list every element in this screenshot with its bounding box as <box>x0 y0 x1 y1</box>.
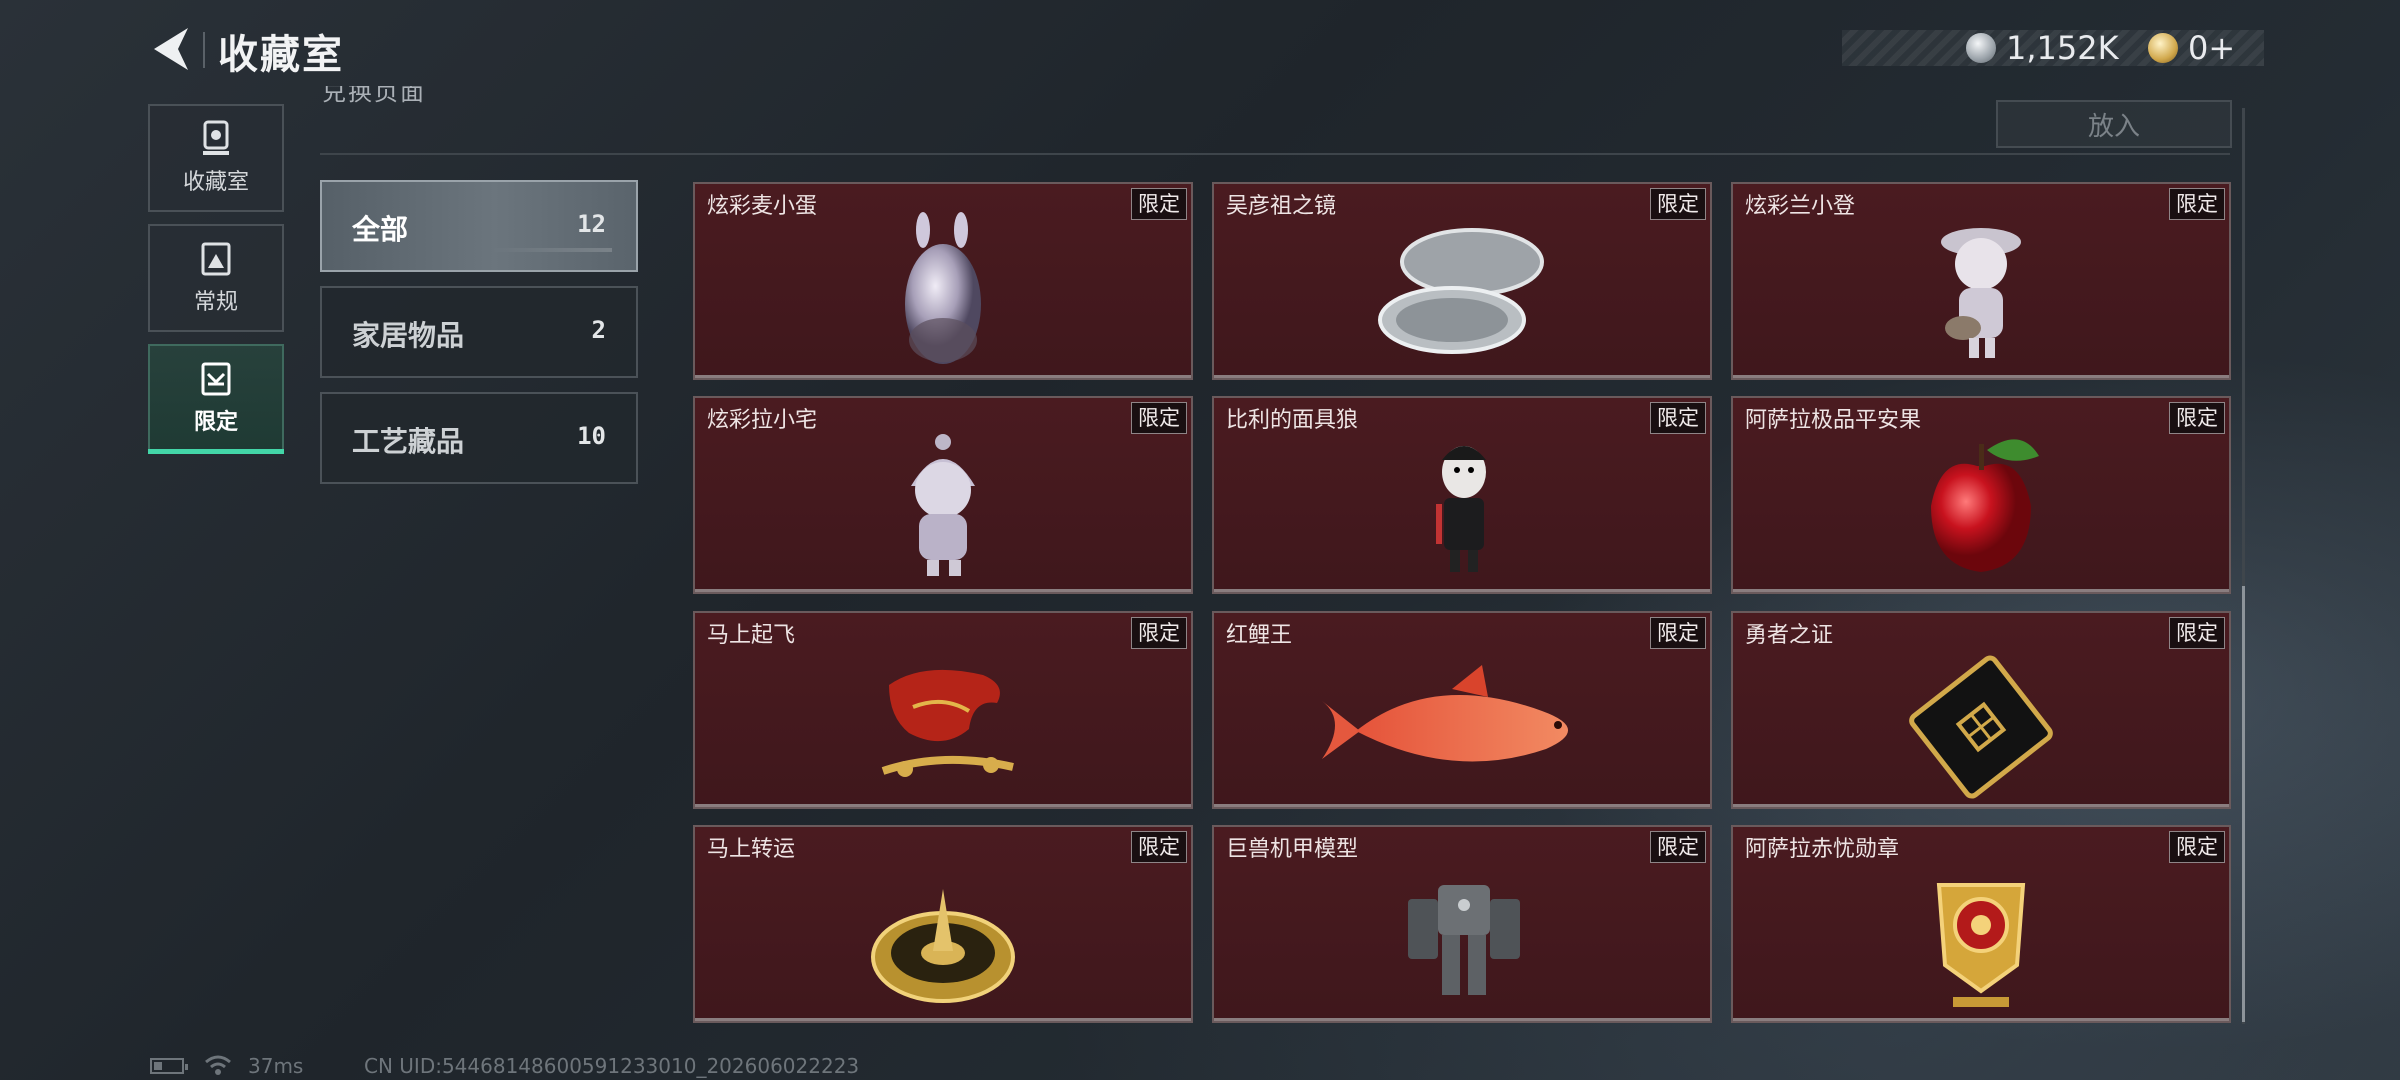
compact-mirror-icon <box>1378 228 1544 354</box>
gold-turntable-icon <box>871 889 1015 1003</box>
panel-subtitle: 兑换页面 <box>322 86 426 106</box>
rail-item-limited[interactable]: 限定 <box>148 344 284 454</box>
red-carp-icon <box>1322 665 1569 762</box>
limited-badge: 限定 <box>2169 402 2225 434</box>
item-card[interactable]: 比利的面具狼 限定 <box>1212 396 1712 594</box>
item-name: 勇者之证 <box>1745 623 1834 648</box>
limited-badge: 限定 <box>1650 402 1706 434</box>
item-name: 马上起飞 <box>707 623 796 648</box>
silver-coin-icon <box>1966 33 1996 63</box>
item-card[interactable]: 马上起飞 限定 <box>693 611 1193 809</box>
limited-badge: 限定 <box>2169 617 2225 649</box>
scroll-thumb[interactable] <box>2242 586 2245 1022</box>
limited-icon <box>201 362 231 396</box>
item-card[interactable]: 马上转运 限定 <box>693 825 1193 1023</box>
category-name: 工艺藏品 <box>352 425 465 458</box>
category-all[interactable]: 全部 12 <box>320 180 638 272</box>
limited-badge: 限定 <box>1131 188 1187 220</box>
item-card[interactable]: 阿萨拉极品平安果 限定 <box>1731 396 2231 594</box>
category-count: 10 <box>577 422 606 450</box>
rail-item-regular[interactable]: 常规 <box>148 224 284 332</box>
item-card[interactable]: 炫彩兰小登 限定 <box>1731 182 2231 380</box>
title-divider <box>203 32 205 68</box>
photo-icon <box>201 242 231 276</box>
panel-divider <box>320 153 2230 155</box>
item-card[interactable]: 炫彩麦小蛋 限定 <box>693 182 1193 380</box>
mech-model-icon <box>1408 885 1520 995</box>
currency-gold-value: 0+ <box>2188 29 2236 67</box>
puppet-icon <box>1436 446 1486 572</box>
rail-item-collection[interactable]: 收藏室 <box>148 104 284 212</box>
back-button[interactable] <box>148 24 194 74</box>
item-card[interactable]: 巨兽机甲模型 限定 <box>1212 825 1712 1023</box>
category-crafts[interactable]: 工艺藏品 10 <box>320 392 638 484</box>
rail-item-label: 限定 <box>193 410 238 435</box>
battery-icon <box>150 1058 188 1074</box>
category-count: 12 <box>577 210 606 238</box>
category-name: 全部 <box>352 213 409 246</box>
item-card[interactable]: 勇者之证 限定 <box>1731 611 2231 809</box>
back-arrow-icon <box>154 28 188 70</box>
gold-medal-icon <box>1936 883 2026 1007</box>
black-card-icon <box>1909 655 2053 799</box>
page-title: 收藏室 <box>218 32 344 78</box>
currency-gold[interactable]: 0+ <box>2148 29 2236 67</box>
item-name: 马上转运 <box>707 837 796 862</box>
uid-text: CN UID:5446814860059123301​0_20260602222… <box>364 1054 860 1078</box>
rabbit-egg-icon <box>905 212 981 364</box>
item-name: 红鲤王 <box>1226 623 1293 648</box>
limited-badge: 限定 <box>1650 188 1706 220</box>
currency-silver-value: 1,152K <box>2006 29 2119 67</box>
item-card[interactable]: 阿萨拉赤忧勋章 限定 <box>1731 825 2231 1023</box>
item-card[interactable]: 吴彦祖之镜 限定 <box>1212 182 1712 380</box>
trophy-icon <box>203 120 229 155</box>
limited-badge: 限定 <box>2169 831 2225 863</box>
hooded-doll-icon <box>911 434 975 576</box>
limited-badge: 限定 <box>1131 402 1187 434</box>
limited-badge: 限定 <box>1131 831 1187 863</box>
limited-badge: 限定 <box>1131 617 1187 649</box>
wifi-icon <box>205 1055 231 1075</box>
category-name: 家居物品 <box>352 319 465 352</box>
ping-text: 37ms <box>248 1054 304 1078</box>
limited-badge: 限定 <box>1650 831 1706 863</box>
limited-badge: 限定 <box>2169 188 2225 220</box>
guitar-doll-icon <box>1941 228 2021 358</box>
put-in-button[interactable]: 放入 <box>1996 100 2232 148</box>
category-home[interactable]: 家居物品 2 <box>320 286 638 378</box>
rocking-horse-icon <box>881 669 1014 777</box>
red-apple-icon <box>1931 439 2039 572</box>
limited-badge: 限定 <box>1650 617 1706 649</box>
rail-item-label: 收藏室 <box>182 170 249 195</box>
rail-item-label: 常规 <box>193 290 238 315</box>
currency-silver[interactable]: 1,152K <box>1966 29 2119 67</box>
currency-bar: 1,152K 0+ <box>1842 29 2264 67</box>
item-card[interactable]: 炫彩拉小宅 限定 <box>693 396 1193 594</box>
gold-coin-icon <box>2148 33 2178 63</box>
category-count: 2 <box>591 316 606 344</box>
item-card[interactable]: 红鲤王 限定 <box>1212 611 1712 809</box>
